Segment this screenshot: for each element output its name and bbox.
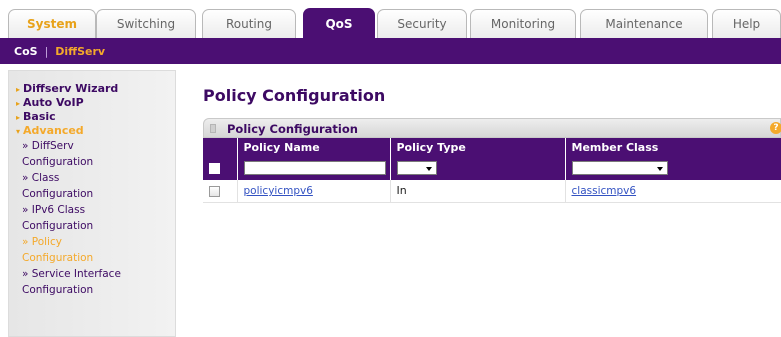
- new-entry-class-cell: [565, 156, 781, 180]
- sidebar-subitem-class-configuration[interactable]: » Class Configuration: [9, 170, 175, 202]
- dropdown-arrow-icon: [425, 167, 432, 171]
- tab-routing[interactable]: Routing: [202, 9, 296, 38]
- policy-name-link[interactable]: policyicmpv6: [244, 185, 313, 197]
- sidebar-subitem-line1: » Class: [22, 172, 60, 184]
- sidebar-subitem-line1: » IPv6 Class: [22, 204, 86, 216]
- sidebar-menu: ▸ Diffserv Wizard ▸ Auto VoIP ▸ Basic ▾ Adva…: [8, 70, 176, 337]
- sidebar-subitem-line1: » Policy: [22, 236, 62, 248]
- sidebar-subitem-service-interface-configuration[interactable]: » Service Interface Configuration: [9, 266, 175, 298]
- expand-icon: ▾: [16, 127, 21, 136]
- bullet-icon: ▸: [16, 113, 21, 122]
- sidebar-item-label: Advanced: [23, 124, 84, 137]
- policy-name-input[interactable]: [243, 161, 386, 175]
- select-column-header: [203, 138, 238, 156]
- new-entry-row: [203, 156, 781, 180]
- tab-switching[interactable]: Switching: [96, 9, 196, 38]
- sidebar-item-diffserv-wizard[interactable]: ▸ Diffserv Wizard: [9, 82, 175, 96]
- tab-security[interactable]: Security: [377, 9, 467, 38]
- tab-maintenance[interactable]: Maintenance: [580, 9, 708, 38]
- sidebar-subitem-line2: Configuration: [22, 188, 94, 200]
- sidebar-item-basic[interactable]: ▸ Basic: [9, 110, 175, 124]
- sidebar-subitem-policy-configuration[interactable]: » Policy Configuration: [9, 234, 175, 266]
- sidebar-subitem-diffserv-configuration[interactable]: » DiffServ Configuration: [9, 138, 175, 170]
- subnav-diffserv[interactable]: DiffServ: [55, 45, 105, 58]
- sidebar-item-label: Auto VoIP: [23, 96, 84, 109]
- row-checkbox-cell: [203, 180, 238, 203]
- tab-help[interactable]: Help: [712, 9, 781, 38]
- bullet-icon: ▸: [16, 85, 21, 94]
- policy-name-cell: policyicmpv6: [237, 180, 391, 203]
- member-class-cell: classicmpv6: [565, 180, 781, 203]
- sidebar-subitem-line2: Configuration: [22, 284, 94, 296]
- sub-navigation: CoS | DiffServ: [0, 38, 781, 64]
- policy-configuration-panel: Policy Configuration ? Policy Name Polic…: [203, 118, 781, 203]
- sidebar-subitem-line2: Configuration: [22, 220, 94, 232]
- column-header-member-class: Member Class: [565, 138, 781, 156]
- row-checkbox[interactable]: [209, 185, 220, 197]
- page-title: Policy Configuration: [203, 86, 386, 105]
- collapse-icon[interactable]: [210, 124, 216, 133]
- tab-monitoring[interactable]: Monitoring: [470, 9, 576, 38]
- member-class-select[interactable]: [571, 161, 668, 175]
- tab-system[interactable]: System: [8, 9, 96, 38]
- subnav-cos[interactable]: CoS: [14, 45, 38, 58]
- policy-type-select[interactable]: [396, 161, 437, 175]
- sidebar-subitem-line1: » DiffServ: [22, 140, 74, 152]
- sidebar-item-label: Basic: [23, 110, 56, 123]
- sidebar-subitem-line2: Configuration: [22, 156, 94, 168]
- new-entry-name-cell: [237, 156, 391, 180]
- new-entry-type-cell: [390, 156, 566, 180]
- subnav-separator: |: [44, 44, 49, 58]
- policy-type-cell: In: [390, 180, 566, 203]
- panel-title: Policy Configuration: [227, 122, 358, 136]
- column-header-policy-type: Policy Type: [390, 138, 566, 156]
- policy-table: Policy Name Policy Type Member Class pol…: [203, 138, 781, 203]
- top-navigation: System Switching Routing QoS Security Mo…: [0, 0, 781, 38]
- dropdown-arrow-icon: [656, 167, 663, 171]
- sidebar-item-advanced[interactable]: ▾ Advanced: [9, 124, 175, 138]
- select-all-checkbox[interactable]: [209, 163, 220, 174]
- new-entry-checkbox-cell: [203, 156, 238, 180]
- sidebar-subitem-line1: » Service Interface: [22, 268, 121, 280]
- sidebar-subitem-ipv6-class-configuration[interactable]: » IPv6 Class Configuration: [9, 202, 175, 234]
- sidebar-item-label: Diffserv Wizard: [23, 82, 119, 95]
- tab-qos[interactable]: QoS: [303, 8, 375, 38]
- sidebar-item-auto-voip[interactable]: ▸ Auto VoIP: [9, 96, 175, 110]
- help-icon[interactable]: ?: [770, 122, 781, 134]
- panel-header: Policy Configuration ?: [203, 118, 781, 138]
- table-row: policyicmpv6 In classicmpv6: [203, 180, 781, 203]
- column-header-policy-name: Policy Name: [237, 138, 391, 156]
- member-class-link[interactable]: classicmpv6: [572, 185, 637, 197]
- sidebar-subitem-line2: Configuration: [22, 252, 94, 264]
- bullet-icon: ▸: [16, 99, 21, 108]
